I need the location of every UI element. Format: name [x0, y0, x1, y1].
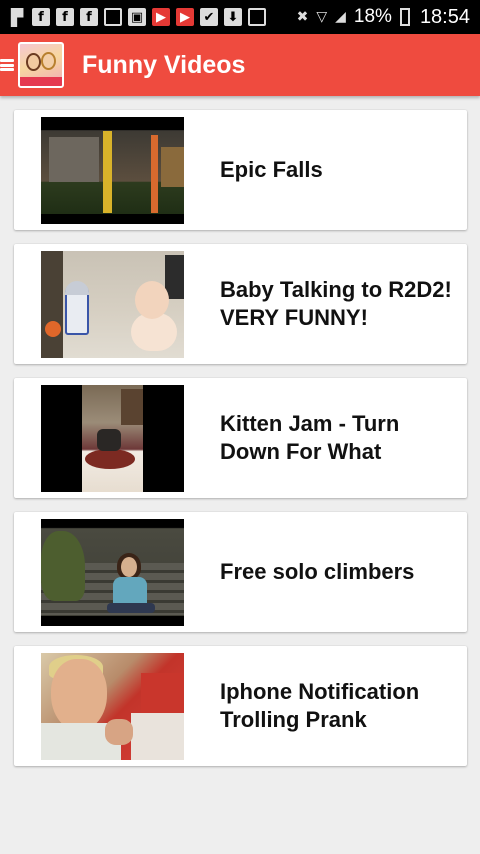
- menu-icon-line: [0, 63, 14, 67]
- battery-icon: [399, 8, 410, 26]
- logo-strip: [20, 77, 62, 86]
- mute-icon: ✖: [296, 9, 309, 25]
- system-icons: ✖ ▽ ◢ 18% 18:54: [297, 6, 480, 29]
- video-title-line: Free solo climbers: [220, 559, 415, 584]
- video-title-line: Baby Talking to R2D2!: [220, 277, 452, 302]
- video-card[interactable]: Iphone Notification Trolling Prank: [14, 646, 467, 766]
- menu-icon-line: [0, 59, 14, 62]
- video-title-line: Down For What: [220, 439, 382, 464]
- video-thumbnail[interactable]: [41, 652, 184, 760]
- signal-icon: ◢: [335, 9, 346, 25]
- wifi-icon: ▽: [316, 9, 328, 25]
- logo-face: [26, 53, 41, 71]
- video-card[interactable]: Baby Talking to R2D2! VERY FUNNY!: [14, 244, 467, 364]
- video-thumbnail[interactable]: [41, 250, 184, 358]
- app-icon: ▣: [128, 8, 146, 26]
- app-bar: Funny Videos: [0, 34, 480, 96]
- menu-icon[interactable]: [0, 58, 14, 72]
- video-title-line: Epic Falls: [220, 157, 323, 182]
- video-title-line: Trolling Prank: [220, 707, 367, 732]
- download-icon: ✔: [248, 8, 266, 26]
- logo-face: [41, 52, 56, 70]
- video-title[interactable]: Baby Talking to R2D2! VERY FUNNY!: [220, 276, 452, 332]
- facebook-icon: f: [32, 8, 50, 26]
- video-title-line: Iphone Notification: [220, 679, 420, 704]
- video-title-line: VERY FUNNY!: [220, 305, 368, 330]
- video-thumbnail[interactable]: [41, 384, 184, 492]
- flipboard-icon: ▛: [10, 7, 24, 27]
- video-title[interactable]: Free solo climbers: [220, 558, 414, 586]
- video-title[interactable]: Epic Falls: [220, 156, 323, 184]
- video-list: Epic Falls Baby Talking to R2D2! VERY FU…: [14, 110, 467, 780]
- clock: 18:54: [419, 5, 470, 28]
- youtube-icon: ▶: [152, 8, 170, 26]
- video-card[interactable]: Kitten Jam - Turn Down For What: [14, 378, 467, 498]
- video-thumbnail[interactable]: [41, 116, 184, 224]
- video-card[interactable]: Free solo climbers: [14, 512, 467, 632]
- bag-icon: ✔: [200, 8, 218, 26]
- menu-icon-line: [0, 68, 14, 71]
- video-title[interactable]: Kitten Jam - Turn Down For What: [220, 410, 399, 466]
- video-card[interactable]: Epic Falls: [14, 110, 467, 230]
- bag-icon: ⬇: [224, 8, 242, 26]
- video-thumbnail[interactable]: [41, 518, 184, 626]
- app-title: Funny Videos: [82, 50, 246, 79]
- youtube-icon: ▶: [176, 8, 194, 26]
- status-bar: ▛ f f f □ ▣ ▶ ▶ ✔ ⬇ ✔ ✖ ▽ ◢ 18% 18:54: [0, 0, 480, 34]
- battery-percent: 18%: [353, 6, 392, 27]
- facebook-icon: f: [56, 8, 74, 26]
- app-logo[interactable]: [18, 42, 64, 88]
- facebook-icon: f: [80, 8, 98, 26]
- message-icon: □: [104, 8, 122, 26]
- notification-icons: ▛ f f f □ ▣ ▶ ▶ ✔ ⬇ ✔: [0, 7, 266, 27]
- video-title-line: Kitten Jam - Turn: [220, 411, 400, 436]
- video-title[interactable]: Iphone Notification Trolling Prank: [220, 678, 419, 734]
